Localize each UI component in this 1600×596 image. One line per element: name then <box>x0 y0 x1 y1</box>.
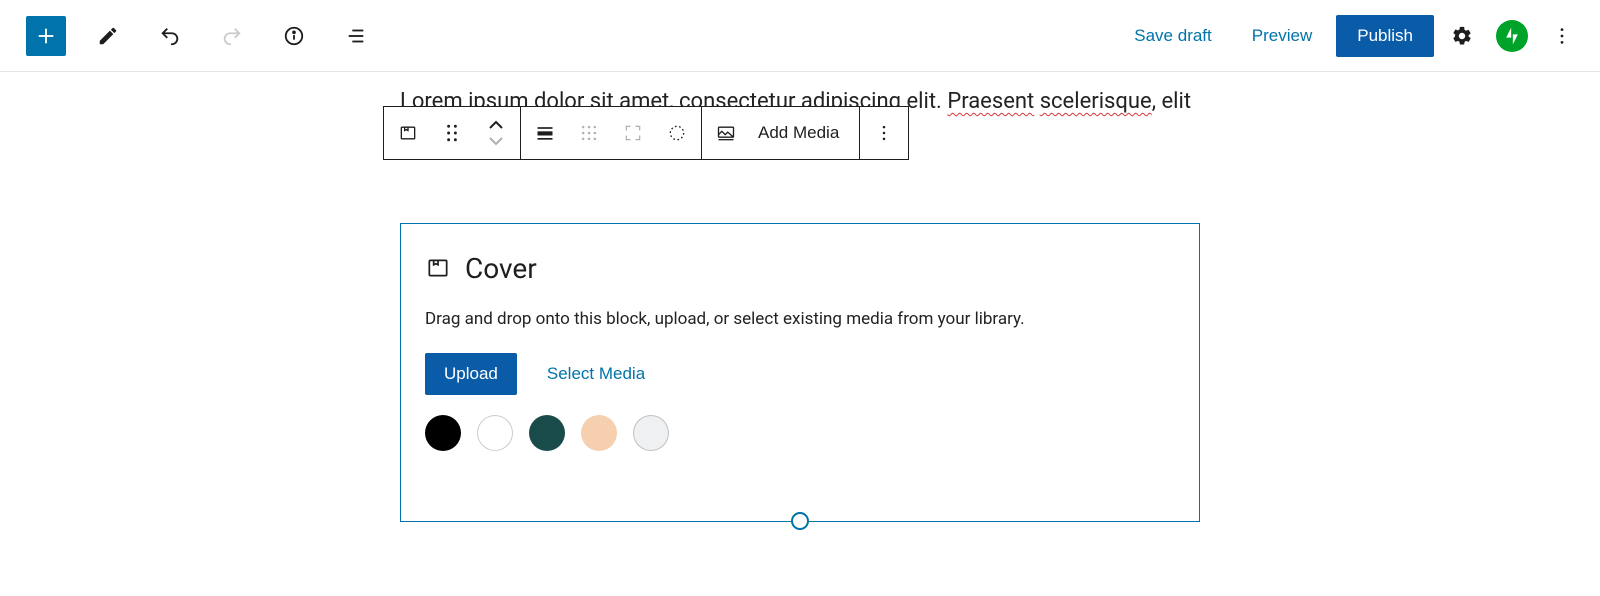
list-view-icon <box>345 25 367 47</box>
add-media-icon-button[interactable] <box>710 117 742 149</box>
drag-icon <box>445 124 459 142</box>
fullscreen-icon <box>623 123 643 143</box>
redo-button[interactable] <box>212 16 252 56</box>
add-block-button[interactable] <box>26 16 66 56</box>
resize-handle[interactable] <box>791 512 809 530</box>
settings-button[interactable] <box>1442 16 1482 56</box>
topbar-left <box>26 16 376 56</box>
add-media-button[interactable]: Add Media <box>754 123 851 143</box>
spellcheck-word: Praesent <box>947 89 1034 114</box>
dashed-circle-icon <box>667 123 687 143</box>
full-height-button[interactable] <box>617 117 649 149</box>
undo-icon <box>159 25 181 47</box>
more-menu-button[interactable] <box>1542 16 1582 56</box>
color-swatches <box>425 415 1175 451</box>
grid-position-icon <box>579 123 599 143</box>
swatch-white[interactable] <box>477 415 513 451</box>
chevron-down-icon <box>488 136 504 146</box>
upload-button[interactable]: Upload <box>425 353 517 395</box>
redo-icon <box>221 25 243 47</box>
preview-button[interactable]: Preview <box>1236 18 1328 54</box>
save-draft-button[interactable]: Save draft <box>1118 18 1228 54</box>
cover-block-title: Cover <box>465 252 537 285</box>
info-button[interactable] <box>274 16 314 56</box>
cover-block-description: Drag and drop onto this block, upload, o… <box>425 309 1175 329</box>
editor-top-toolbar: Save draft Preview Publish <box>0 0 1600 72</box>
more-vertical-icon <box>874 123 894 143</box>
chevron-up-icon <box>488 120 504 130</box>
more-vertical-icon <box>1551 25 1573 47</box>
edit-mode-button[interactable] <box>88 16 128 56</box>
select-media-button[interactable]: Select Media <box>541 363 651 385</box>
pencil-icon <box>97 25 119 47</box>
undo-button[interactable] <box>150 16 190 56</box>
topbar-right: Save draft Preview Publish <box>1118 15 1582 57</box>
duotone-button[interactable] <box>661 117 693 149</box>
gear-icon <box>1451 25 1473 47</box>
swatch-peach[interactable] <box>581 415 617 451</box>
block-type-button[interactable] <box>392 117 424 149</box>
drag-handle[interactable] <box>436 117 468 149</box>
cover-block-icon <box>398 122 418 144</box>
swatch-teal[interactable] <box>529 415 565 451</box>
content-position-button[interactable] <box>573 117 605 149</box>
block-toolbar: Add Media <box>383 106 909 160</box>
cover-block[interactable]: Cover Drag and drop onto this block, upl… <box>400 223 1200 522</box>
outline-button[interactable] <box>336 16 376 56</box>
media-icon <box>716 122 736 144</box>
jetpack-icon <box>1502 26 1522 46</box>
block-more-button[interactable] <box>868 117 900 149</box>
plus-icon <box>35 25 57 47</box>
spellcheck-word: scelerisque <box>1040 89 1152 114</box>
move-up-button[interactable] <box>480 117 512 133</box>
align-icon <box>535 123 555 143</box>
align-button[interactable] <box>529 117 561 149</box>
move-down-button[interactable] <box>480 133 512 149</box>
cover-block-icon <box>425 255 451 281</box>
publish-button[interactable]: Publish <box>1336 15 1434 57</box>
swatch-black[interactable] <box>425 415 461 451</box>
swatch-light-grey[interactable] <box>633 415 669 451</box>
editor-canvas: Lorem ipsum dolor sit amet, consectetur … <box>0 84 1600 522</box>
jetpack-button[interactable] <box>1496 20 1528 52</box>
info-icon <box>283 25 305 47</box>
